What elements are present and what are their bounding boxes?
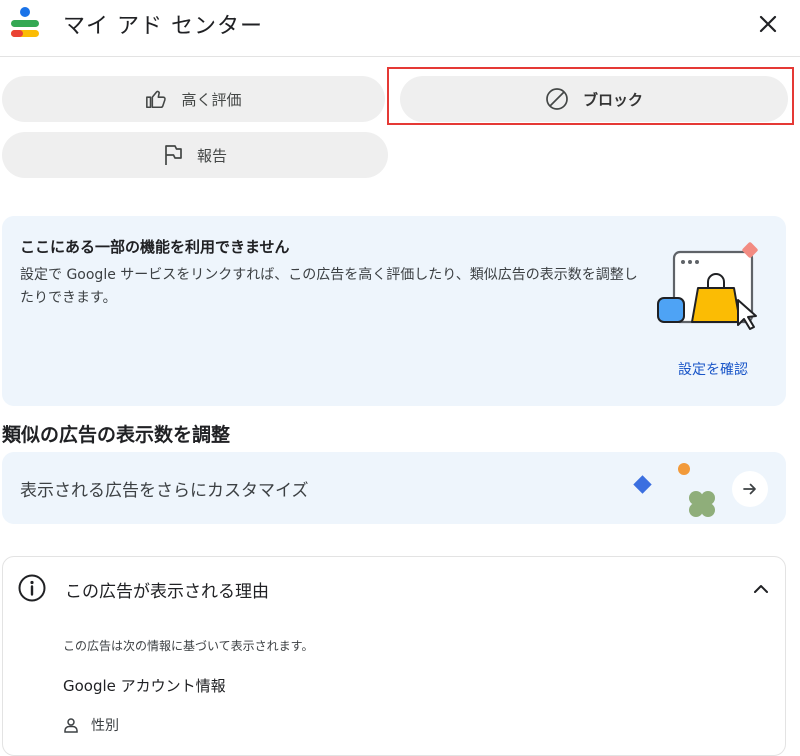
header-bar: マイ アド センター	[0, 0, 800, 50]
thumbs-up-icon	[146, 90, 167, 109]
like-label: 高く評価	[181, 90, 242, 109]
notice-body: 設定で Google サービスをリンクすれば、この広告を高く評価したり、類似広告…	[20, 267, 638, 306]
feature-unavailable-notice: ここにある一部の機能を利用できません 設定で Google サービスをリンクすれ…	[2, 216, 786, 406]
why-this-ad-header[interactable]: この広告が表示される理由	[3, 557, 785, 619]
customize-arrow-button[interactable]	[732, 471, 768, 507]
my-ad-center-logo	[11, 7, 39, 37]
why-this-ad-panel: この広告が表示される理由 この広告は次の情報に基づいて表示されます。 Googl…	[2, 556, 786, 756]
similar-ads-heading: 類似の広告の表示数を調整	[2, 424, 231, 446]
report-button[interactable]: 報告	[2, 132, 388, 178]
flag-icon	[165, 145, 182, 165]
why-this-ad-title: この広告が表示される理由	[65, 582, 269, 602]
why-this-ad-description: この広告は次の情報に基づいて表示されます。	[63, 639, 314, 653]
gender-label: 性別	[91, 718, 119, 734]
info-icon	[18, 574, 46, 602]
arrow-right-icon	[743, 483, 756, 495]
customize-ads-label: 表示される広告をさらにカスタマイズ	[20, 481, 309, 501]
customize-ads-card[interactable]: 表示される広告をさらにカスタマイズ	[2, 452, 786, 524]
person-icon	[64, 718, 78, 733]
like-button[interactable]: 高く評価	[2, 76, 385, 122]
decorative-shapes-icon	[633, 463, 715, 517]
check-settings-link[interactable]: 設定を確認	[678, 359, 748, 379]
gender-item: 性別	[63, 715, 119, 735]
report-label: 報告	[196, 146, 227, 165]
page-title: マイ アド センター	[63, 14, 263, 39]
notice-title: ここにある一部の機能を利用できません	[20, 238, 290, 256]
chevron-up-icon[interactable]	[751, 579, 771, 599]
close-icon[interactable]	[752, 8, 784, 40]
account-info-heading: Google アカウント情報	[63, 677, 226, 695]
block-highlight-box	[387, 67, 794, 125]
shopping-illustration-icon	[657, 242, 758, 330]
header-divider	[0, 56, 800, 57]
